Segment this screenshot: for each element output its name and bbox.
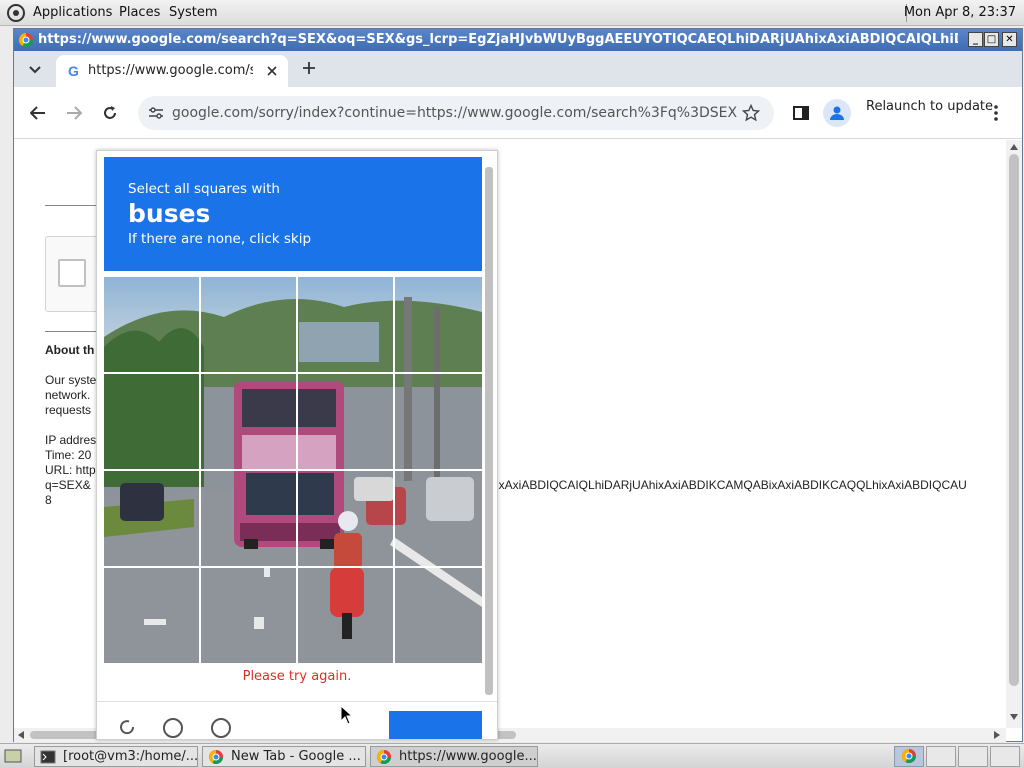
reload-challenge-icon[interactable] xyxy=(117,717,137,737)
browser-tab[interactable]: G https://www.google.com/sea xyxy=(56,55,288,87)
taskbar-item-terminal[interactable]: [root@vm3:/home/... xyxy=(34,746,198,767)
paragraph-line: requests xyxy=(45,403,92,417)
tab-strip: G https://www.google.com/sea xyxy=(14,51,1022,87)
challenge-header: Select all squares with buses If there a… xyxy=(104,157,482,271)
mouse-cursor-icon xyxy=(340,705,354,725)
panel-clock[interactable]: Mon Apr 8, 23:37 xyxy=(904,5,1016,20)
time-label: Time: 20 xyxy=(45,448,92,462)
chrome-icon xyxy=(902,749,916,763)
terminal-icon xyxy=(40,750,56,764)
tab-title: https://www.google.com/sea xyxy=(88,63,253,78)
tiles[interactable] xyxy=(104,277,482,663)
challenge-image-grid xyxy=(104,277,482,663)
chrome-icon xyxy=(209,750,223,764)
tab-search-chevron-icon[interactable] xyxy=(28,65,42,75)
tile-3-3[interactable] xyxy=(298,471,394,567)
taskbar-item-new-tab[interactable]: New Tab - Google ... xyxy=(202,746,366,767)
query-line-end: ixAxiABDIQCAIQLhiDARjUAhixAxiABDIKCAMQAB… xyxy=(496,478,967,492)
tab-close-icon[interactable] xyxy=(266,65,278,77)
audio-challenge-icon[interactable] xyxy=(162,717,184,739)
forward-icon[interactable] xyxy=(66,106,82,120)
challenge-hint: If there are none, click skip xyxy=(128,231,312,247)
show-desktop-icon[interactable] xyxy=(4,749,22,763)
relaunch-to-update-button[interactable]: Relaunch to update xyxy=(866,99,993,114)
tile-1-1[interactable] xyxy=(104,277,200,373)
top-panel: Applications Places System Mon Apr 8, 23… xyxy=(0,0,1024,26)
new-tab-icon[interactable] xyxy=(302,61,316,75)
tile-2-2[interactable] xyxy=(201,374,297,470)
minimize-button[interactable]: _ xyxy=(968,32,983,47)
scroll-left-arrow-icon[interactable] xyxy=(18,731,24,739)
vertical-scrollbar[interactable] xyxy=(1006,140,1022,728)
tile-4-2[interactable] xyxy=(201,568,297,663)
scroll-down-arrow-icon[interactable] xyxy=(1010,714,1018,720)
browser-window: https://www.google.com/search?q=SEX&oq=S… xyxy=(13,28,1023,742)
footer-divider xyxy=(97,701,497,702)
paragraph-line: Our syste xyxy=(45,373,97,387)
window-titlebar[interactable]: https://www.google.com/search?q=SEX&oq=S… xyxy=(14,29,1022,51)
recaptcha-challenge: Select all squares with buses If there a… xyxy=(96,150,498,740)
browser-toolbar: google.com/sorry/index?continue=https://… xyxy=(14,87,1022,139)
workspace-switcher[interactable] xyxy=(894,746,924,767)
address-bar[interactable]: google.com/sorry/index?continue=https://… xyxy=(138,96,774,130)
svg-text:G: G xyxy=(68,63,79,79)
chrome-icon xyxy=(19,33,33,47)
profile-avatar[interactable] xyxy=(823,99,851,127)
menu-system[interactable]: System xyxy=(169,5,217,20)
taskbar-item-google-search[interactable]: https://www.google... xyxy=(370,746,538,767)
side-panel-icon[interactable] xyxy=(793,106,809,120)
gnome-foot-icon[interactable] xyxy=(6,3,26,23)
popup-scrollbar[interactable] xyxy=(485,167,493,695)
taskbar-item-label: https://www.google... xyxy=(399,749,537,764)
google-favicon-icon: G xyxy=(68,63,79,79)
tile-2-4[interactable] xyxy=(395,374,482,470)
tile-3-1[interactable] xyxy=(104,471,200,567)
paragraph-line: network. xyxy=(45,388,91,402)
taskbar: [root@vm3:/home/... New Tab - Google ...… xyxy=(0,743,1024,768)
workspace-3[interactable] xyxy=(958,746,988,767)
query-line-trailing: 8 xyxy=(45,493,52,507)
im-not-a-robot-checkbox[interactable] xyxy=(58,259,86,287)
menu-applications[interactable]: Applications xyxy=(33,5,112,20)
menu-places[interactable]: Places xyxy=(119,5,160,20)
window-title: https://www.google.com/search?q=SEX&oq=S… xyxy=(38,32,958,47)
challenge-target: buses xyxy=(128,199,211,228)
tile-1-4[interactable] xyxy=(395,277,482,373)
maximize-button[interactable]: □ xyxy=(984,32,999,47)
chrome-icon xyxy=(377,750,391,764)
back-icon[interactable] xyxy=(30,106,46,120)
more-menu-icon[interactable] xyxy=(993,104,999,122)
reload-icon[interactable] xyxy=(102,105,118,121)
tile-4-3[interactable] xyxy=(298,568,394,663)
vertical-scroll-thumb[interactable] xyxy=(1009,154,1019,686)
tile-3-4[interactable] xyxy=(395,471,482,567)
close-window-button[interactable]: ✕ xyxy=(1002,32,1017,47)
site-info-icon[interactable] xyxy=(148,106,164,120)
tile-3-2[interactable] xyxy=(201,471,297,567)
tile-2-1[interactable] xyxy=(104,374,200,470)
url-label: URL: http xyxy=(45,463,96,477)
workspace-2[interactable] xyxy=(926,746,956,767)
tile-1-3[interactable] xyxy=(298,277,394,373)
query-line-start: q=SEX& xyxy=(45,478,91,492)
scroll-right-arrow-icon[interactable] xyxy=(994,731,1000,739)
workspace-4[interactable] xyxy=(990,746,1020,767)
tile-4-1[interactable] xyxy=(104,568,200,663)
taskbar-item-label: New Tab - Google ... xyxy=(231,749,361,764)
taskbar-item-label: [root@vm3:/home/... xyxy=(63,749,198,764)
scroll-up-arrow-icon[interactable] xyxy=(1010,144,1018,150)
about-heading: About th xyxy=(45,343,95,357)
tile-1-2[interactable] xyxy=(201,277,297,373)
person-icon xyxy=(830,106,844,120)
skip-verify-button[interactable] xyxy=(389,711,482,739)
tile-4-4[interactable] xyxy=(395,568,482,663)
tile-2-3[interactable] xyxy=(298,374,394,470)
info-icon[interactable] xyxy=(210,717,232,739)
ip-address-label: IP addres xyxy=(45,433,97,447)
url-text[interactable]: google.com/sorry/index?continue=https://… xyxy=(172,105,737,121)
error-message: Please try again. xyxy=(242,669,352,684)
bookmark-star-icon[interactable] xyxy=(742,104,760,122)
challenge-instruction: Select all squares with xyxy=(128,181,280,197)
